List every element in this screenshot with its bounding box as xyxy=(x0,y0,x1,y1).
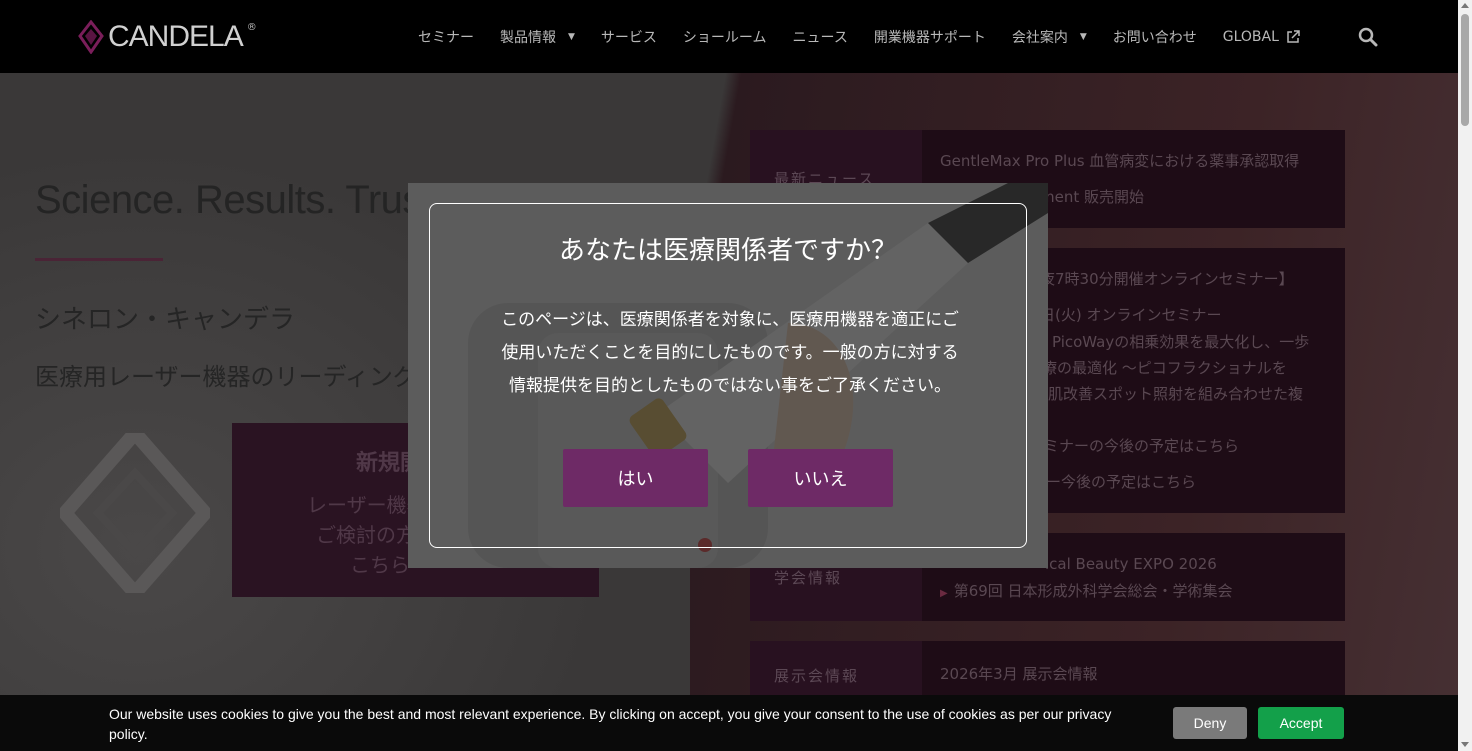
nav-item-seminar[interactable]: セミナー xyxy=(418,27,474,47)
news-item[interactable]: ment 販売開始 xyxy=(1040,186,1144,207)
modal-message-line: 情報提供を目的としたものではない事をご了承ください。 xyxy=(509,376,951,396)
cookie-consent-bar: Our website uses cookies to give you the… xyxy=(0,695,1458,751)
nav-label: セミナー xyxy=(418,29,474,46)
nav-label: 会社案内 xyxy=(1011,29,1068,46)
seminar-item[interactable]: ー今後の予定はこちら xyxy=(1046,471,1196,492)
search-icon[interactable] xyxy=(1358,27,1378,47)
scroll-down-icon[interactable] xyxy=(1461,742,1469,747)
nav-item-company[interactable]: 会社案内 ▼ xyxy=(1012,27,1087,47)
seminar-item[interactable]: 夜7時30分開催オンラインセミナー】 xyxy=(1040,268,1294,289)
nav-item-products[interactable]: 製品情報 ▼ xyxy=(500,27,575,47)
seminar-item[interactable]: 肌改善スポット照射を組み合わせた複 xyxy=(1048,383,1303,404)
hero-divider xyxy=(35,258,163,261)
nav-item-global[interactable]: GLOBAL xyxy=(1223,29,1301,45)
logo-text: CANDELA xyxy=(108,20,244,53)
conference-item-label: 第69回 日本形成外科学会総会・学術集会 xyxy=(953,582,1233,600)
scroll-up-icon[interactable] xyxy=(1461,3,1469,8)
candela-logo[interactable]: CANDELA ® xyxy=(78,20,257,54)
nav-item-news[interactable]: ニュース xyxy=(793,27,848,47)
nav-label: お問い合わせ xyxy=(1112,29,1197,46)
nav-item-contact[interactable]: お問い合わせ xyxy=(1113,27,1197,47)
modal-message-line: このページは、医療関係者を対象に、医療用機器を適正にご xyxy=(501,310,959,330)
news-item[interactable]: GentleMax Pro Plus 血管病変における薬事承認取得 xyxy=(940,150,1299,171)
hero-company-name: シネロン・キャンデラ xyxy=(35,305,296,335)
modal-message-line: 使用いただくことを目的にしたものです。一般の方に対する xyxy=(501,343,959,363)
nav-item-service[interactable]: サービス xyxy=(601,27,657,47)
site-header: CANDELA ® セミナー 製品情報 ▼ サービス ショールーム ニュース 開業… xyxy=(0,0,1458,73)
deny-button[interactable]: Deny xyxy=(1173,707,1247,739)
expo-panel: 展示会情報 2026年3月 展示会情報 xyxy=(750,641,1345,701)
panel-label: 展示会情報 xyxy=(750,641,922,701)
page-scrollbar[interactable] xyxy=(1458,0,1472,751)
yes-button[interactable]: はい xyxy=(563,449,708,507)
nav-label: 製品情報 xyxy=(500,29,556,46)
candela-3d-logo-icon xyxy=(55,422,215,604)
nav-label: ニュース xyxy=(792,29,848,46)
seminar-item[interactable]: 療の最適化 ～ピコフラクショナルを xyxy=(1042,357,1287,378)
seminar-item[interactable]: ミナーの今後の予定はこちら xyxy=(1044,435,1239,456)
medical-professional-modal: あなたは医療関係者ですか？ このページは、医療関係者を対象に、医療用機器を適正に… xyxy=(408,183,1048,568)
modal-message: このページは、医療関係者を対象に、医療用機器を適正にご 使用いただくことを目的に… xyxy=(470,304,990,403)
arrow-right-icon: ▶ xyxy=(940,588,948,599)
no-button[interactable]: いいえ xyxy=(748,449,893,507)
nav-item-opening-support[interactable]: 開業機器サポート xyxy=(874,27,986,47)
cta-line: こちら xyxy=(350,553,410,577)
seminar-item[interactable]: PicoWayの相乗効果を最大化し、一歩 xyxy=(1052,331,1309,352)
chevron-down-icon: ▼ xyxy=(568,31,575,42)
accept-button[interactable]: Accept xyxy=(1258,707,1344,739)
hero-tagline: 医療用レーザー機器のリーディングカンパニー xyxy=(35,363,415,391)
scrollbar-thumb[interactable] xyxy=(1461,14,1469,126)
expo-item[interactable]: 2026年3月 展示会情報 xyxy=(940,663,1098,684)
expo-label: 展示会情報 xyxy=(774,667,860,685)
logo-registered-mark: ® xyxy=(246,21,257,33)
modal-frame: あなたは医療関係者ですか？ このページは、医療関係者を対象に、医療用機器を適正に… xyxy=(429,203,1027,548)
chevron-down-icon: ▼ xyxy=(1079,31,1087,42)
cookie-message: Our website uses cookies to give you the… xyxy=(109,706,1112,742)
conference-label: 学会情報 xyxy=(774,569,843,587)
main-nav: セミナー 製品情報 ▼ サービス ショールーム ニュース 開業機器サポート 会社案… xyxy=(418,0,1327,73)
conference-item[interactable]: ical Beauty EXPO 2026 xyxy=(1045,555,1217,573)
seminar-item[interactable]: 日(火) オンラインセミナー xyxy=(1040,304,1221,325)
hero-title: Science. Results. Trust. xyxy=(35,178,435,222)
modal-title: あなたは医療関係者ですか？ xyxy=(558,236,897,266)
nav-item-showroom[interactable]: ショールーム xyxy=(683,27,767,47)
nav-label: ショールーム xyxy=(682,29,767,46)
conference-item[interactable]: ▶ 第69回 日本形成外科学会総会・学術集会 xyxy=(940,580,1233,601)
nav-label: GLOBAL xyxy=(1222,28,1279,45)
nav-label: サービス xyxy=(600,29,657,46)
external-link-icon xyxy=(1285,29,1301,45)
nav-label: 開業機器サポート xyxy=(873,29,986,46)
candela-logo-icon xyxy=(78,20,104,54)
